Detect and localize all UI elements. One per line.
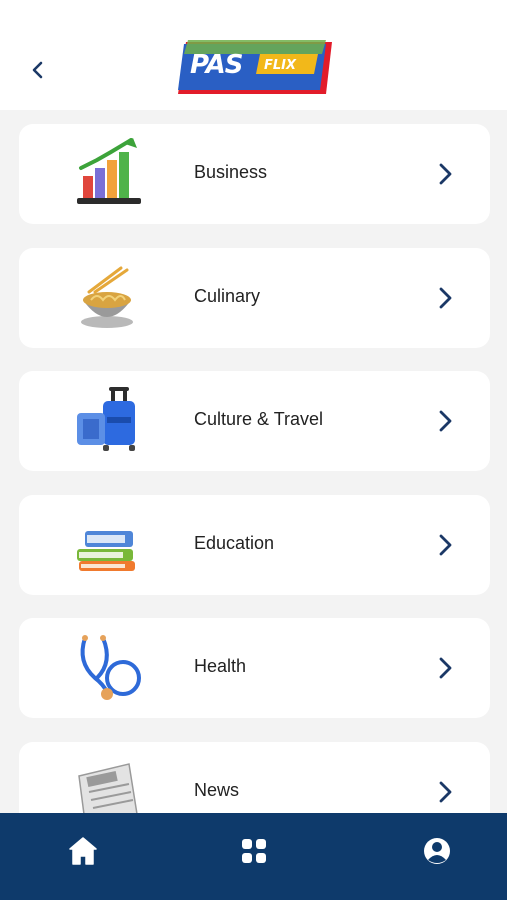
home-icon xyxy=(69,837,97,865)
app-header: PAS FLIX xyxy=(0,0,507,110)
chevron-right-icon xyxy=(439,163,452,185)
logo-text-flix: FLIX xyxy=(264,58,297,73)
nav-home-button[interactable] xyxy=(63,831,103,871)
category-card-business[interactable]: Business xyxy=(19,124,490,224)
category-label: News xyxy=(194,780,240,800)
pasflix-logo: PAS FLIX xyxy=(176,40,332,98)
category-label: Education xyxy=(194,533,275,553)
noodle-bowl-icon xyxy=(73,262,145,334)
chevron-left-icon xyxy=(32,61,43,79)
chevron-right-icon xyxy=(439,287,452,309)
category-label: Culinary xyxy=(194,286,261,306)
chevron-right-icon xyxy=(439,534,452,556)
category-list: Business Culinary Culture & Travel Educa… xyxy=(0,110,507,813)
category-label: Culture & Travel xyxy=(194,409,324,429)
stethoscope-icon xyxy=(73,632,145,704)
chevron-right-icon xyxy=(439,657,452,679)
category-card-culture-travel[interactable]: Culture & Travel xyxy=(19,371,490,471)
back-button[interactable] xyxy=(20,52,56,88)
profile-icon xyxy=(424,838,450,864)
category-card-education[interactable]: Education xyxy=(19,495,490,595)
luggage-icon xyxy=(73,385,145,457)
chevron-right-icon xyxy=(439,781,452,803)
nav-categories-button[interactable] xyxy=(234,831,274,871)
category-card-health[interactable]: Health xyxy=(19,618,490,718)
category-card-news[interactable]: News xyxy=(19,742,490,813)
category-card-culinary[interactable]: Culinary xyxy=(19,248,490,348)
nav-profile-button[interactable] xyxy=(417,831,457,871)
chevron-right-icon xyxy=(439,410,452,432)
category-label: Health xyxy=(194,656,247,676)
books-icon xyxy=(73,509,145,581)
logo-text-pas: PAS xyxy=(190,50,244,80)
bottom-navigation xyxy=(0,813,507,900)
growth-chart-icon xyxy=(73,138,145,210)
category-label: Business xyxy=(194,162,268,182)
grid-icon xyxy=(242,839,266,863)
newspaper-icon xyxy=(73,756,145,813)
